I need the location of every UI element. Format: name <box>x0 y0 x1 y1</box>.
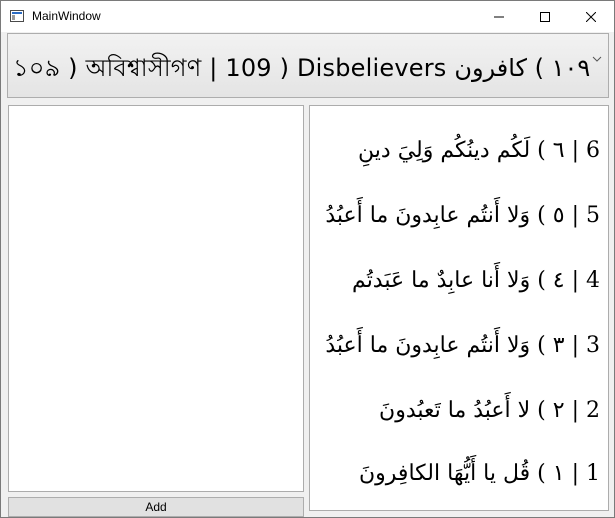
window-title: MainWindow <box>32 9 101 23</box>
verse-item[interactable]: 2 | ٢ ) لا أَعبُدُ ما تَعبُدونَ <box>310 390 600 430</box>
minimize-button[interactable] <box>476 1 522 32</box>
close-button[interactable] <box>568 1 614 32</box>
verse-item[interactable]: 1 | ١ ) قُل يا أَيُّهَا الكافِرونَ <box>310 453 600 493</box>
verse-text: 3 | ٣ ) وَلا أَنتُم عابِدونَ ما أَعبُدُ <box>325 332 600 358</box>
verse-item[interactable]: 3 | ٣ ) وَلا أَنتُم عابِدونَ ما أَعبُدُ <box>310 325 600 365</box>
verse-text: 6 | ٦ ) لَكُم دينُكُم وَلِيَ دينِ <box>358 137 600 163</box>
selected-verses-list[interactable] <box>8 105 304 492</box>
maximize-button[interactable] <box>522 1 568 32</box>
verse-text: 1 | ١ ) قُل يا أَيُّهَا الكافِرونَ <box>359 460 600 486</box>
main-window: MainWindow ১০৯ ) অবিশ্বাসীগণ | 109 ) Dis… <box>0 0 615 518</box>
surah-selector-value: ১০৯ ) অবিশ্বাসীগণ | 109 ) Disbelievers ١… <box>13 54 591 82</box>
title-bar[interactable]: MainWindow <box>1 1 614 32</box>
verse-item[interactable]: 5 | ٥ ) وَلا أَنتُم عابِدونَ ما أَعبُدُ <box>310 195 600 235</box>
chevron-down-icon <box>592 56 602 62</box>
window-app-icon[interactable] <box>10 10 24 22</box>
verse-item[interactable]: 4 | ٤ ) وَلا أَنا عابِدٌ ما عَبَدتُم <box>310 260 600 300</box>
verse-item[interactable]: 6 | ٦ ) لَكُم دينُكُم وَلِيَ دينِ <box>310 130 600 170</box>
minimize-icon <box>494 16 504 17</box>
verse-text: 5 | ٥ ) وَلا أَنتُم عابِدونَ ما أَعبُدُ <box>325 202 600 228</box>
maximize-icon <box>540 11 550 22</box>
verse-text: 4 | ٤ ) وَلا أَنا عابِدٌ ما عَبَدتُم <box>352 267 600 293</box>
add-button[interactable]: Add <box>8 497 304 517</box>
verses-list[interactable]: 6 | ٦ ) لَكُم دينُكُم وَلِيَ دينِ 5 | ٥ … <box>309 105 609 511</box>
close-icon <box>586 11 596 22</box>
verse-text: 2 | ٢ ) لا أَعبُدُ ما تَعبُدونَ <box>379 397 600 423</box>
surah-selector[interactable]: ১০৯ ) অবিশ্বাসীগণ | 109 ) Disbelievers ١… <box>7 33 609 98</box>
